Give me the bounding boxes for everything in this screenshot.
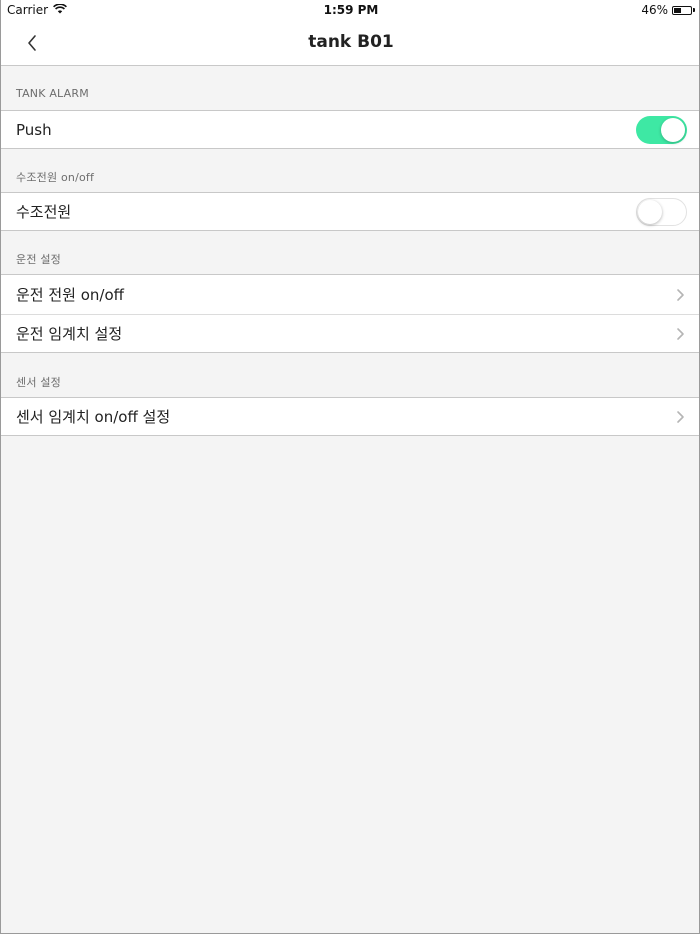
chevron-right-icon [677,289,684,301]
section-header-tank-alarm: TANK ALARM [16,87,89,100]
tank-power-row: 수조전원 [1,192,699,231]
page-title: tank B01 [308,32,394,52]
chevron-right-icon [677,328,684,340]
section-header-tank-power: 수조전원 on/off [16,171,95,184]
tank-power-label: 수조전원 [16,203,72,221]
push-label: Push [16,120,52,139]
status-bar: Carrier 1:59 PM 46% [1,0,699,20]
status-time: 1:59 PM [323,3,379,17]
push-row: Push [1,110,699,149]
push-toggle[interactable] [636,116,687,144]
chevron-right-icon [677,411,684,423]
tank-power-toggle[interactable] [636,198,687,226]
battery-percent: 46% [641,3,668,17]
operation-threshold-row[interactable]: 운전 임계치 설정 [1,314,699,353]
sensor-threshold-row[interactable]: 센서 임계치 on/off 설정 [1,397,699,436]
sensor-threshold-label: 센서 임계치 on/off 설정 [16,408,171,426]
operation-power-label: 운전 전원 on/off [16,286,124,304]
toggle-knob [638,199,662,224]
screen: Carrier 1:59 PM 46% tank B01 TANK ALARM … [0,0,700,934]
battery-cap [693,8,695,12]
toggle-knob [661,118,685,142]
section-header-sensor: 센서 설정 [16,376,61,389]
battery-fill [674,7,682,13]
section-header-operation: 운전 설정 [16,253,61,266]
operation-power-row[interactable]: 운전 전원 on/off [1,274,699,314]
status-right: 46% [641,3,695,17]
operation-threshold-label: 운전 임계치 설정 [16,325,123,343]
navigation-bar: tank B01 [1,20,699,66]
battery-icon [672,5,692,15]
